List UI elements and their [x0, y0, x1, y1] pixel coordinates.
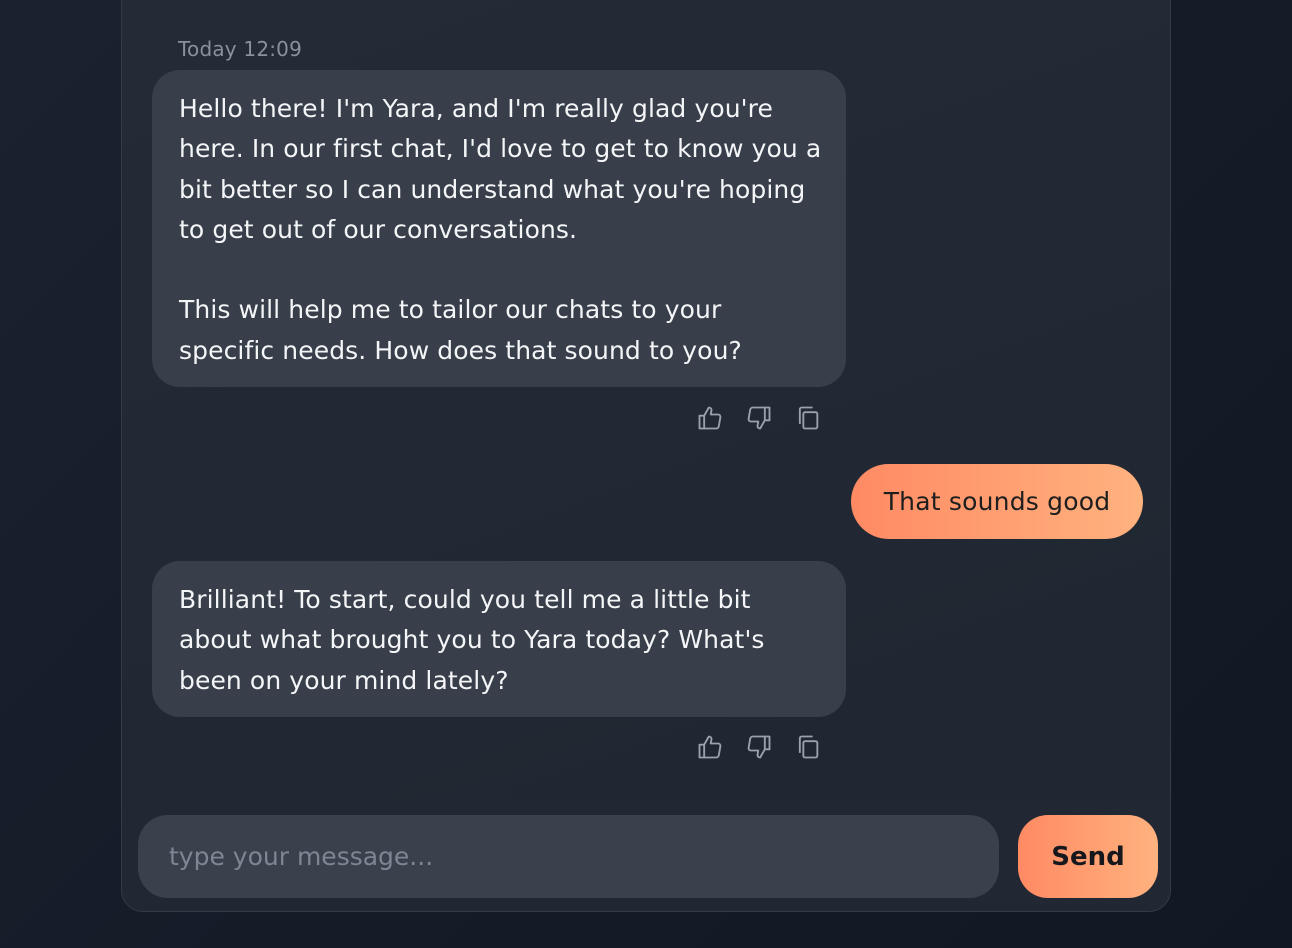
message-timestamp: Today 12:09	[178, 37, 303, 61]
thumbs-down-icon[interactable]	[743, 731, 775, 763]
bot-message: Hello there! I'm Yara, and I'm really gl…	[152, 70, 846, 387]
chat-panel: Today 12:09 Hello there! I'm Yara, and I…	[121, 0, 1171, 912]
thumbs-up-icon[interactable]	[694, 402, 726, 434]
copy-icon[interactable]	[792, 731, 824, 763]
message-actions	[694, 402, 824, 434]
send-button[interactable]: Send	[1018, 815, 1158, 898]
user-message: That sounds good	[851, 464, 1143, 539]
copy-icon[interactable]	[792, 402, 824, 434]
message-input[interactable]	[138, 815, 999, 898]
bot-message: Brilliant! To start, could you tell me a…	[152, 561, 846, 717]
thumbs-up-icon[interactable]	[694, 731, 726, 763]
message-composer: Send	[122, 799, 1170, 911]
thumbs-down-icon[interactable]	[743, 402, 775, 434]
message-actions	[694, 731, 824, 763]
